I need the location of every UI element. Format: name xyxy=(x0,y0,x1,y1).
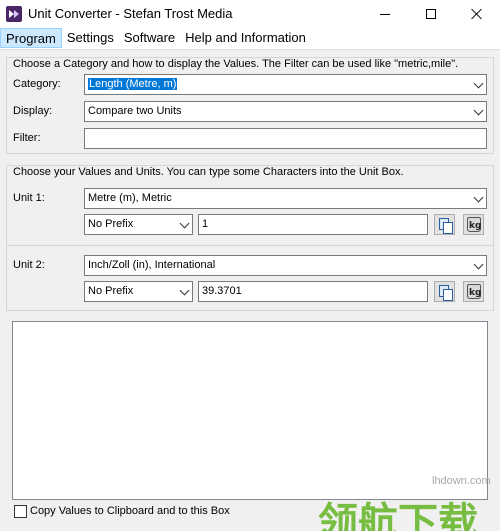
filter-label: Filter: xyxy=(13,132,41,144)
window-title: Unit Converter - Stefan Trost Media xyxy=(28,6,233,21)
units-divider xyxy=(7,245,493,246)
maximize-icon xyxy=(426,9,436,19)
unit1-kg-weight-icon[interactable]: kg xyxy=(463,214,484,235)
watermark-text: 领航下载 xyxy=(318,500,478,531)
chevron-down-icon xyxy=(179,218,190,229)
menu-settings[interactable]: Settings xyxy=(62,28,119,48)
main-panel: Choose a Category and how to display the… xyxy=(0,49,500,531)
category-label: Category: xyxy=(13,78,61,90)
unit1-label: Unit 1: xyxy=(13,192,45,204)
kg-label: kg xyxy=(469,288,482,298)
unit1-prefix-select[interactable]: No Prefix xyxy=(84,214,193,235)
clipboard-checkbox-label[interactable]: Copy Values to Clipboard and to this Box xyxy=(30,505,230,517)
category-select[interactable]: Length (Metre, m) xyxy=(84,74,487,95)
unit2-value: Inch/Zoll (in), International xyxy=(88,259,216,271)
chevron-down-icon xyxy=(473,105,484,116)
menu-software[interactable]: Software xyxy=(119,28,180,48)
unit2-prefix-value: No Prefix xyxy=(88,285,134,297)
result-textarea[interactable] xyxy=(12,321,488,500)
title-bar: Unit Converter - Stefan Trost Media xyxy=(0,0,500,28)
menu-help[interactable]: Help and Information xyxy=(180,28,311,48)
minimize-icon xyxy=(380,13,390,15)
unit1-copy-icon[interactable] xyxy=(434,214,455,235)
unit2-label: Unit 2: xyxy=(13,259,45,271)
chevron-down-icon xyxy=(473,78,484,89)
display-label: Display: xyxy=(13,105,53,117)
close-icon xyxy=(471,8,483,20)
unit2-prefix-select[interactable]: No Prefix xyxy=(84,281,193,302)
maximize-button[interactable] xyxy=(408,0,454,28)
watermark-url: lhdown.com xyxy=(432,475,491,487)
unit2-copy-icon[interactable] xyxy=(434,281,455,302)
unit2-amount-input[interactable]: 39.3701 xyxy=(198,281,428,302)
display-select[interactable]: Compare two Units xyxy=(84,101,487,122)
category-description: Choose a Category and how to display the… xyxy=(13,58,459,70)
unit1-prefix-value: No Prefix xyxy=(88,218,134,230)
display-value: Compare two Units xyxy=(88,105,182,117)
chevron-down-icon xyxy=(473,259,484,270)
unit1-value: Metre (m), Metric xyxy=(88,192,172,204)
category-value: Length (Metre, m) xyxy=(88,78,178,90)
chevron-down-icon xyxy=(179,285,190,296)
unit1-amount-input[interactable]: 1 xyxy=(198,214,428,235)
filter-input[interactable] xyxy=(84,128,487,149)
kg-label: kg xyxy=(469,221,482,231)
close-button[interactable] xyxy=(454,0,500,28)
app-logo-icon xyxy=(6,6,22,22)
unit2-kg-weight-icon[interactable]: kg xyxy=(463,281,484,302)
chevron-down-icon xyxy=(473,192,484,203)
menu-bar: Program Settings Software Help and Infor… xyxy=(0,28,500,48)
unit1-select[interactable]: Metre (m), Metric xyxy=(84,188,487,209)
unit2-select[interactable]: Inch/Zoll (in), International xyxy=(84,255,487,276)
minimize-button[interactable] xyxy=(362,0,408,28)
menu-program[interactable]: Program xyxy=(0,28,62,48)
units-description: Choose your Values and Units. You can ty… xyxy=(13,166,404,178)
clipboard-checkbox[interactable] xyxy=(14,505,27,518)
